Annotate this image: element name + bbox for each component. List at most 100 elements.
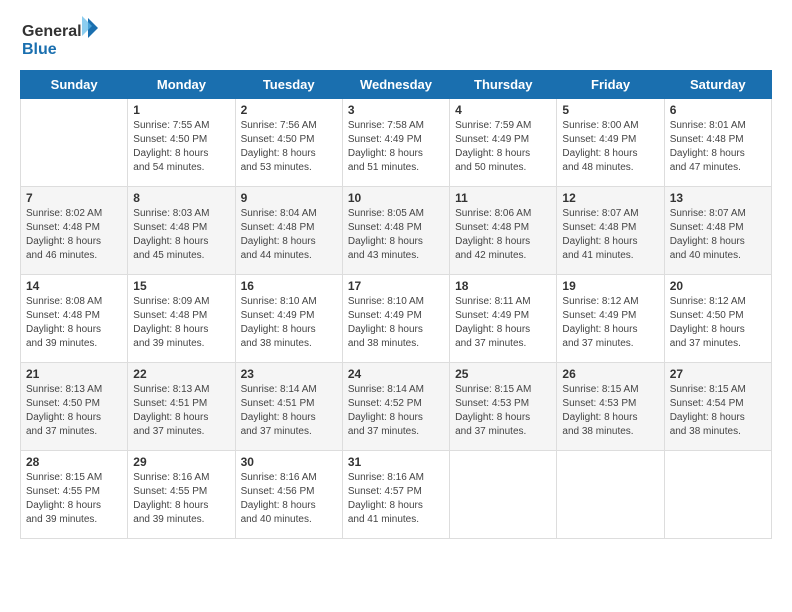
cal-cell-w4-d3: 24 Sunrise: 8:14 AM Sunset: 4:52 PM Dayli…: [342, 363, 449, 451]
day-info: Sunrise: 8:13 AM Sunset: 4:50 PM Dayligh…: [26, 383, 122, 439]
day-number: 13: [670, 191, 766, 205]
day-number: 18: [455, 279, 551, 293]
day-number: 9: [241, 191, 337, 205]
day-info: Sunrise: 8:05 AM Sunset: 4:48 PM Dayligh…: [348, 207, 444, 263]
day-info: Sunrise: 8:12 AM Sunset: 4:50 PM Dayligh…: [670, 295, 766, 351]
cal-cell-w2-d1: 8 Sunrise: 8:03 AM Sunset: 4:48 PM Daylig…: [128, 187, 235, 275]
week-row-1: 1 Sunrise: 7:55 AM Sunset: 4:50 PM Daylig…: [21, 99, 772, 187]
day-number: 15: [133, 279, 229, 293]
cal-cell-w4-d4: 25Sunrise: 8:15 AM Sunset: 4:53 PM Dayli…: [450, 363, 557, 451]
day-info: Sunrise: 8:07 AM Sunset: 4:48 PM Dayligh…: [562, 207, 658, 263]
day-number: 2: [241, 103, 337, 117]
day-info: Sunrise: 8:15 AM Sunset: 4:54 PM Dayligh…: [670, 383, 766, 439]
cal-cell-w4-d2: 23Sunrise: 8:14 AM Sunset: 4:51 PM Dayli…: [235, 363, 342, 451]
cal-cell-w3-d2: 16 Sunrise: 8:10 AM Sunset: 4:49 PM Dayli…: [235, 275, 342, 363]
day-number: 5: [562, 103, 658, 117]
cal-cell-w4-d1: 22 Sunrise: 8:13 AM Sunset: 4:51 PM Dayli…: [128, 363, 235, 451]
day-info: Sunrise: 7:55 AM Sunset: 4:50 PM Dayligh…: [133, 119, 229, 175]
weekday-friday: Friday: [557, 71, 664, 99]
cal-cell-w5-d3: 31 Sunrise: 8:16 AM Sunset: 4:57 PM Dayli…: [342, 451, 449, 539]
day-number: 8: [133, 191, 229, 205]
page: General Blue SundayMondayTuesdayWednesda…: [0, 0, 792, 612]
day-number: 6: [670, 103, 766, 117]
day-info: Sunrise: 8:11 AM Sunset: 4:49 PM Dayligh…: [455, 295, 551, 351]
cal-cell-w2-d0: 7Sunrise: 8:02 AM Sunset: 4:48 PM Daylig…: [21, 187, 128, 275]
day-info: Sunrise: 8:09 AM Sunset: 4:48 PM Dayligh…: [133, 295, 229, 351]
day-number: 16: [241, 279, 337, 293]
day-number: 26: [562, 367, 658, 381]
day-info: Sunrise: 8:04 AM Sunset: 4:48 PM Dayligh…: [241, 207, 337, 263]
day-info: Sunrise: 8:15 AM Sunset: 4:55 PM Dayligh…: [26, 471, 122, 527]
day-info: Sunrise: 8:07 AM Sunset: 4:48 PM Dayligh…: [670, 207, 766, 263]
weekday-header-row: SundayMondayTuesdayWednesdayThursdayFrid…: [21, 71, 772, 99]
day-info: Sunrise: 8:03 AM Sunset: 4:48 PM Dayligh…: [133, 207, 229, 263]
day-info: Sunrise: 8:15 AM Sunset: 4:53 PM Dayligh…: [562, 383, 658, 439]
day-info: Sunrise: 8:06 AM Sunset: 4:48 PM Dayligh…: [455, 207, 551, 263]
cal-cell-w1-d5: 5Sunrise: 8:00 AM Sunset: 4:49 PM Daylig…: [557, 99, 664, 187]
weekday-saturday: Saturday: [664, 71, 771, 99]
cal-cell-w3-d1: 15 Sunrise: 8:09 AM Sunset: 4:48 PM Dayli…: [128, 275, 235, 363]
day-number: 29: [133, 455, 229, 469]
day-number: 22: [133, 367, 229, 381]
cal-cell-w1-d1: 1 Sunrise: 7:55 AM Sunset: 4:50 PM Daylig…: [128, 99, 235, 187]
day-info: Sunrise: 8:01 AM Sunset: 4:48 PM Dayligh…: [670, 119, 766, 175]
cal-cell-w1-d3: 3Sunrise: 7:58 AM Sunset: 4:49 PM Daylig…: [342, 99, 449, 187]
cal-cell-w1-d2: 2 Sunrise: 7:56 AM Sunset: 4:50 PM Daylig…: [235, 99, 342, 187]
day-info: Sunrise: 8:16 AM Sunset: 4:55 PM Dayligh…: [133, 471, 229, 527]
cal-cell-w3-d0: 14Sunrise: 8:08 AM Sunset: 4:48 PM Dayli…: [21, 275, 128, 363]
cal-cell-w4-d0: 21 Sunrise: 8:13 AM Sunset: 4:50 PM Dayli…: [21, 363, 128, 451]
day-info: Sunrise: 8:16 AM Sunset: 4:57 PM Dayligh…: [348, 471, 444, 527]
weekday-monday: Monday: [128, 71, 235, 99]
day-info: Sunrise: 7:58 AM Sunset: 4:49 PM Dayligh…: [348, 119, 444, 175]
week-row-5: 28 Sunrise: 8:15 AM Sunset: 4:55 PM Dayli…: [21, 451, 772, 539]
day-number: 23: [241, 367, 337, 381]
cal-cell-w5-d2: 30Sunrise: 8:16 AM Sunset: 4:56 PM Dayli…: [235, 451, 342, 539]
day-info: Sunrise: 8:02 AM Sunset: 4:48 PM Dayligh…: [26, 207, 122, 263]
cal-cell-w4-d5: 26 Sunrise: 8:15 AM Sunset: 4:53 PM Dayli…: [557, 363, 664, 451]
cal-cell-w2-d6: 13 Sunrise: 8:07 AM Sunset: 4:48 PM Dayli…: [664, 187, 771, 275]
day-number: 11: [455, 191, 551, 205]
cal-cell-w1-d4: 4 Sunrise: 7:59 AM Sunset: 4:49 PM Daylig…: [450, 99, 557, 187]
day-number: 12: [562, 191, 658, 205]
day-number: 21: [26, 367, 122, 381]
day-number: 27: [670, 367, 766, 381]
cal-cell-w5-d5: [557, 451, 664, 539]
day-info: Sunrise: 8:13 AM Sunset: 4:51 PM Dayligh…: [133, 383, 229, 439]
day-number: 20: [670, 279, 766, 293]
day-info: Sunrise: 8:12 AM Sunset: 4:49 PM Dayligh…: [562, 295, 658, 351]
day-number: 31: [348, 455, 444, 469]
cal-cell-w1-d6: 6 Sunrise: 8:01 AM Sunset: 4:48 PM Daylig…: [664, 99, 771, 187]
weekday-wednesday: Wednesday: [342, 71, 449, 99]
cal-cell-w5-d6: [664, 451, 771, 539]
day-info: Sunrise: 8:14 AM Sunset: 4:52 PM Dayligh…: [348, 383, 444, 439]
day-number: 24: [348, 367, 444, 381]
cal-cell-w4-d6: 27 Sunrise: 8:15 AM Sunset: 4:54 PM Dayli…: [664, 363, 771, 451]
day-number: 4: [455, 103, 551, 117]
day-info: Sunrise: 8:15 AM Sunset: 4:53 PM Dayligh…: [455, 383, 551, 439]
logo-svg: General Blue: [20, 16, 100, 60]
cal-cell-w2-d4: 11 Sunrise: 8:06 AM Sunset: 4:48 PM Dayli…: [450, 187, 557, 275]
week-row-4: 21 Sunrise: 8:13 AM Sunset: 4:50 PM Dayli…: [21, 363, 772, 451]
day-number: 17: [348, 279, 444, 293]
cal-cell-w3-d5: 19Sunrise: 8:12 AM Sunset: 4:49 PM Dayli…: [557, 275, 664, 363]
day-number: 10: [348, 191, 444, 205]
day-info: Sunrise: 8:08 AM Sunset: 4:48 PM Dayligh…: [26, 295, 122, 351]
day-info: Sunrise: 8:10 AM Sunset: 4:49 PM Dayligh…: [241, 295, 337, 351]
logo: General Blue: [20, 16, 100, 60]
day-number: 1: [133, 103, 229, 117]
header: General Blue: [20, 16, 772, 60]
day-number: 28: [26, 455, 122, 469]
weekday-thursday: Thursday: [450, 71, 557, 99]
day-info: Sunrise: 8:16 AM Sunset: 4:56 PM Dayligh…: [241, 471, 337, 527]
cal-cell-w3-d3: 17 Sunrise: 8:10 AM Sunset: 4:49 PM Dayli…: [342, 275, 449, 363]
week-row-2: 7Sunrise: 8:02 AM Sunset: 4:48 PM Daylig…: [21, 187, 772, 275]
cal-cell-w2-d3: 10 Sunrise: 8:05 AM Sunset: 4:48 PM Dayli…: [342, 187, 449, 275]
cal-cell-w2-d5: 12 Sunrise: 8:07 AM Sunset: 4:48 PM Dayli…: [557, 187, 664, 275]
cal-cell-w5-d1: 29 Sunrise: 8:16 AM Sunset: 4:55 PM Dayli…: [128, 451, 235, 539]
svg-text:Blue: Blue: [22, 41, 57, 58]
cal-cell-w3-d6: 20 Sunrise: 8:12 AM Sunset: 4:50 PM Dayli…: [664, 275, 771, 363]
day-info: Sunrise: 8:10 AM Sunset: 4:49 PM Dayligh…: [348, 295, 444, 351]
weekday-tuesday: Tuesday: [235, 71, 342, 99]
day-info: Sunrise: 7:56 AM Sunset: 4:50 PM Dayligh…: [241, 119, 337, 175]
day-info: Sunrise: 7:59 AM Sunset: 4:49 PM Dayligh…: [455, 119, 551, 175]
